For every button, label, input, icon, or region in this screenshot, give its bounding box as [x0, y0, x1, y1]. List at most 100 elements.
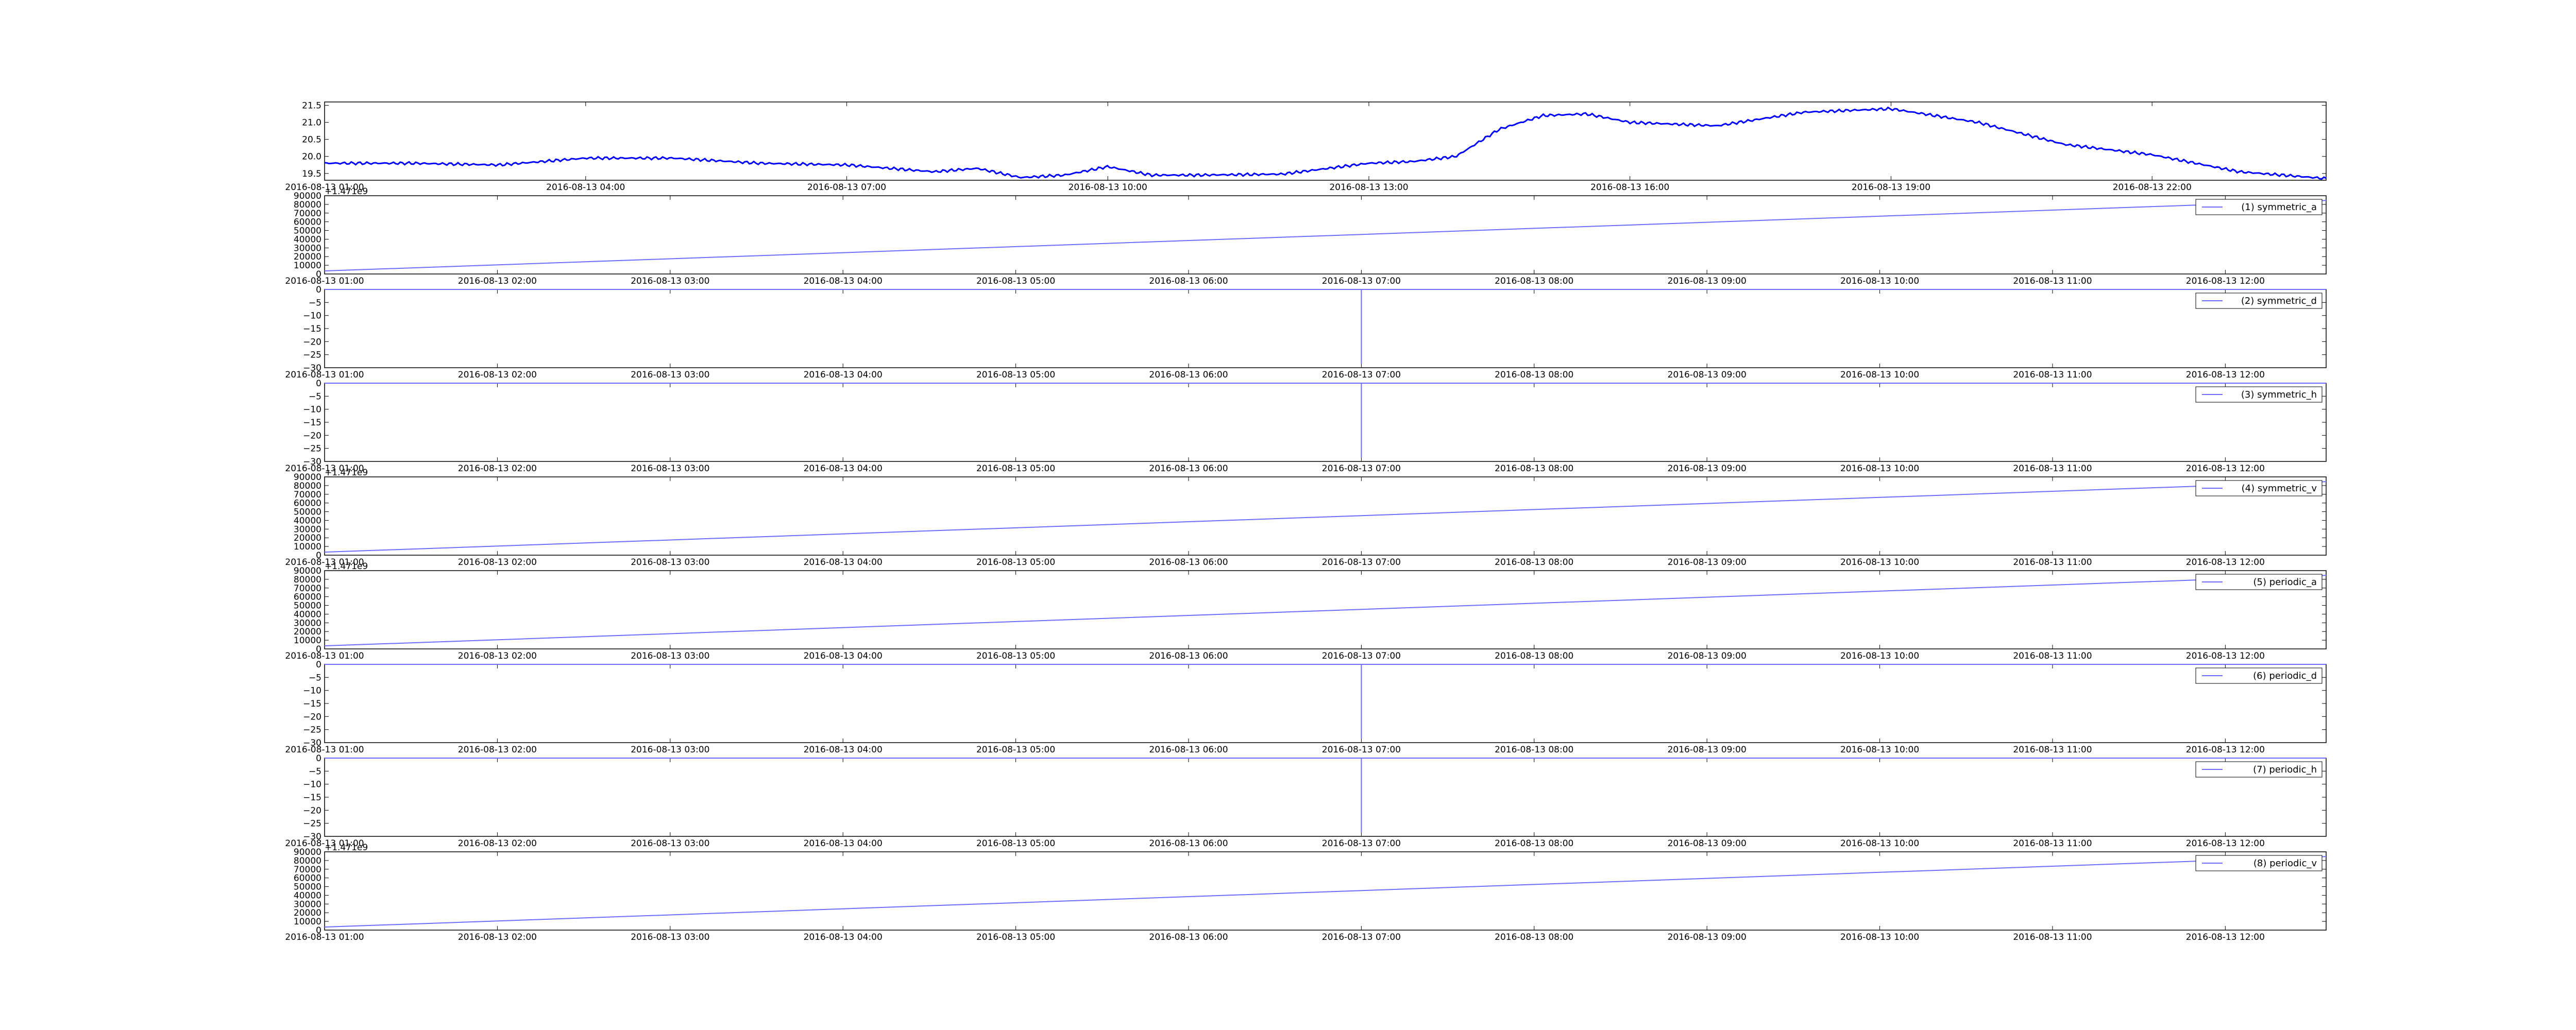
x-tick-label: 2016-08-13 07:00	[1322, 464, 1401, 474]
axes-frame	[324, 664, 2327, 743]
legend: (1) symmetric_a	[2195, 199, 2323, 215]
x-tick-label: 2016-08-13 10:00	[1840, 838, 1919, 849]
x-tick-label: 2016-08-13 12:00	[2186, 464, 2265, 474]
panel-7: −30−25−20−15−10−502016-08-13 01:00 2016-0…	[285, 660, 2327, 755]
y-tick-label: 90000	[294, 191, 321, 201]
x-tick-label: 2016-08-13 04:00	[804, 557, 883, 568]
x-tick-label: 2016-08-13 10:00	[1840, 932, 1919, 942]
x-tick-label: 2016-08-13 06:00	[1149, 932, 1228, 942]
legend: (5) periodic_a	[2195, 574, 2323, 590]
x-tick-label: 2016-08-13 02:00	[458, 557, 537, 568]
x-tick-label: 2016-08-13 10:00	[1840, 464, 1919, 474]
x-tick-label: 2016-08-13 12:00	[2186, 932, 2265, 942]
legend: (3) symmetric_h	[2195, 386, 2323, 403]
y-tick-label: −15	[303, 699, 321, 709]
x-tick-label: 2016-08-13 12:00	[2186, 557, 2265, 568]
x-tick-label: 2016-08-13 08:00	[1495, 557, 1573, 568]
x-tick-label: 2016-08-13 04:00	[804, 838, 883, 849]
axes-frame	[324, 289, 2327, 368]
y-tick-label: 90000	[294, 472, 321, 483]
x-tick-label: 2016-08-13 07:00	[1322, 651, 1401, 661]
x-tick-label: 2016-08-13 10:00	[1840, 745, 1919, 755]
legend-label: (7) periodic_h	[2253, 764, 2317, 775]
x-tick-label: 2016-08-13 11:00	[2013, 932, 2092, 942]
x-tick-label: 2016-08-13 02:00	[458, 932, 537, 942]
y-tick-label: −5	[309, 391, 321, 402]
legend-label: (5) periodic_a	[2253, 577, 2317, 588]
x-tick-label: 2016-08-13 11:00	[2013, 651, 2092, 661]
panel-5: 0100002000030000400005000060000700008000…	[285, 468, 2327, 568]
y-tick-label: 21.5	[302, 101, 321, 111]
x-tick-label: 2016-08-13 04:00	[804, 651, 883, 661]
x-tick-label: 2016-08-13 12:00	[2186, 276, 2265, 286]
y-tick-label: −10	[303, 405, 321, 415]
legend: (6) periodic_d	[2195, 667, 2323, 684]
x-tick-label: 2016-08-13 07:00	[1322, 370, 1401, 380]
x-tick-label: 2016-08-13 09:00	[1668, 464, 1747, 474]
x-tick-label: 2016-08-13 05:00	[976, 932, 1055, 942]
x-tick-label: 2016-08-13 06:00	[1149, 276, 1228, 286]
panel-4: −30−25−20−15−10−502016-08-13 01:00 2016-0…	[285, 379, 2327, 474]
x-tick-label: 2016-08-13 22:00	[2113, 182, 2192, 193]
x-tick-label: 2016-08-13 05:00	[976, 557, 1055, 568]
x-tick-label: 2016-08-13 09:00	[1668, 370, 1747, 380]
x-tick-label: 2016-08-13 13:00	[1329, 182, 1408, 193]
x-tick-label: 2016-08-13 03:00	[631, 651, 709, 661]
y-tick-label: −25	[303, 819, 321, 829]
x-tick-label: 2016-08-13 01:00	[285, 276, 364, 286]
x-tick-label: 2016-08-13 07:00	[1322, 932, 1401, 942]
x-tick-label: 2016-08-13 11:00	[2013, 745, 2092, 755]
legend: (8) periodic_v	[2195, 855, 2323, 871]
x-tick-label: 2016-08-13 05:00	[976, 276, 1055, 286]
axes-frame	[324, 570, 2327, 649]
legend: (2) symmetric_d	[2195, 293, 2323, 309]
x-tick-label: 2016-08-13 10:00	[1840, 651, 1919, 661]
x-tick-label: 2016-08-13 07:00	[807, 182, 886, 193]
x-tick-label: 2016-08-13 05:00	[976, 464, 1055, 474]
y-tick-label: −25	[303, 350, 321, 360]
x-tick-label: 2016-08-13 06:00	[1149, 370, 1228, 380]
x-tick-label: 2016-08-13 04:00	[804, 745, 883, 755]
x-tick-label: 2016-08-13 08:00	[1495, 276, 1573, 286]
x-tick-label: 2016-08-13 12:00	[2186, 651, 2265, 661]
x-tick-label: 2016-08-13 07:00	[1322, 557, 1401, 568]
x-tick-label: 2016-08-13 04:00	[804, 370, 883, 380]
y-tick-label: −5	[309, 298, 321, 308]
y-tick-label: −5	[309, 766, 321, 777]
y-tick-label: 19.5	[302, 169, 321, 179]
x-tick-label: 2016-08-13 08:00	[1495, 745, 1573, 755]
y-tick-label: −10	[303, 686, 321, 696]
y-tick-label: −5	[309, 673, 321, 683]
x-tick-label: 2016-08-13 10:00	[1840, 557, 1919, 568]
panel-3: −30−25−20−15−10−502016-08-13 01:00 2016-0…	[285, 285, 2327, 380]
x-tick-label: 2016-08-13 09:00	[1668, 651, 1747, 661]
x-tick-label: 2016-08-13 06:00	[1149, 464, 1228, 474]
y-tick-label: −10	[303, 780, 321, 790]
x-tick-label: 2016-08-13 03:00	[631, 276, 709, 286]
legend-label: (2) symmetric_d	[2241, 296, 2317, 306]
y-tick-label: 21.0	[302, 118, 321, 128]
x-tick-label: 2016-08-13 02:00	[458, 276, 537, 286]
x-tick-label: 2016-08-13 03:00	[631, 932, 709, 942]
x-tick-label: 2016-08-13 07:00	[1322, 276, 1401, 286]
x-tick-label: 2016-08-13 10:00	[1069, 182, 1147, 193]
x-tick-label: 2016-08-13 10:00	[1840, 276, 1919, 286]
x-tick-label: 2016-08-13 04:00	[804, 932, 883, 942]
x-tick-label: 2016-08-13 11:00	[2013, 838, 2092, 849]
figure: 19.5 20.0 20.5 21.0 21.5 2016-08-13 01:00 2016…	[285, 101, 2327, 942]
x-tick-label: 2016-08-13 04:00	[804, 464, 883, 474]
x-tick-label: 2016-08-13 05:00	[976, 651, 1055, 661]
y-tick-label: 20.5	[302, 135, 321, 145]
x-tick-label: 2016-08-13 01:00	[285, 932, 364, 942]
y-tick-label: 20.0	[302, 152, 321, 162]
legend: (4) symmetric_v	[2195, 480, 2323, 496]
legend-label: (6) periodic_d	[2253, 671, 2317, 681]
x-tick-label: 2016-08-13 05:00	[976, 370, 1055, 380]
y-tick-label: 90000	[294, 566, 321, 576]
x-tick-label: 2016-08-13 08:00	[1495, 370, 1573, 380]
x-tick-label: 2016-08-13 16:00	[1590, 182, 1669, 193]
y-tick-label: −20	[303, 712, 321, 722]
legend: (7) periodic_h	[2195, 761, 2323, 778]
panel-1: 19.520.020.521.021.52016-08-13 01:00 2016…	[285, 101, 2327, 193]
x-tick-label: 2016-08-13 08:00	[1495, 651, 1573, 661]
